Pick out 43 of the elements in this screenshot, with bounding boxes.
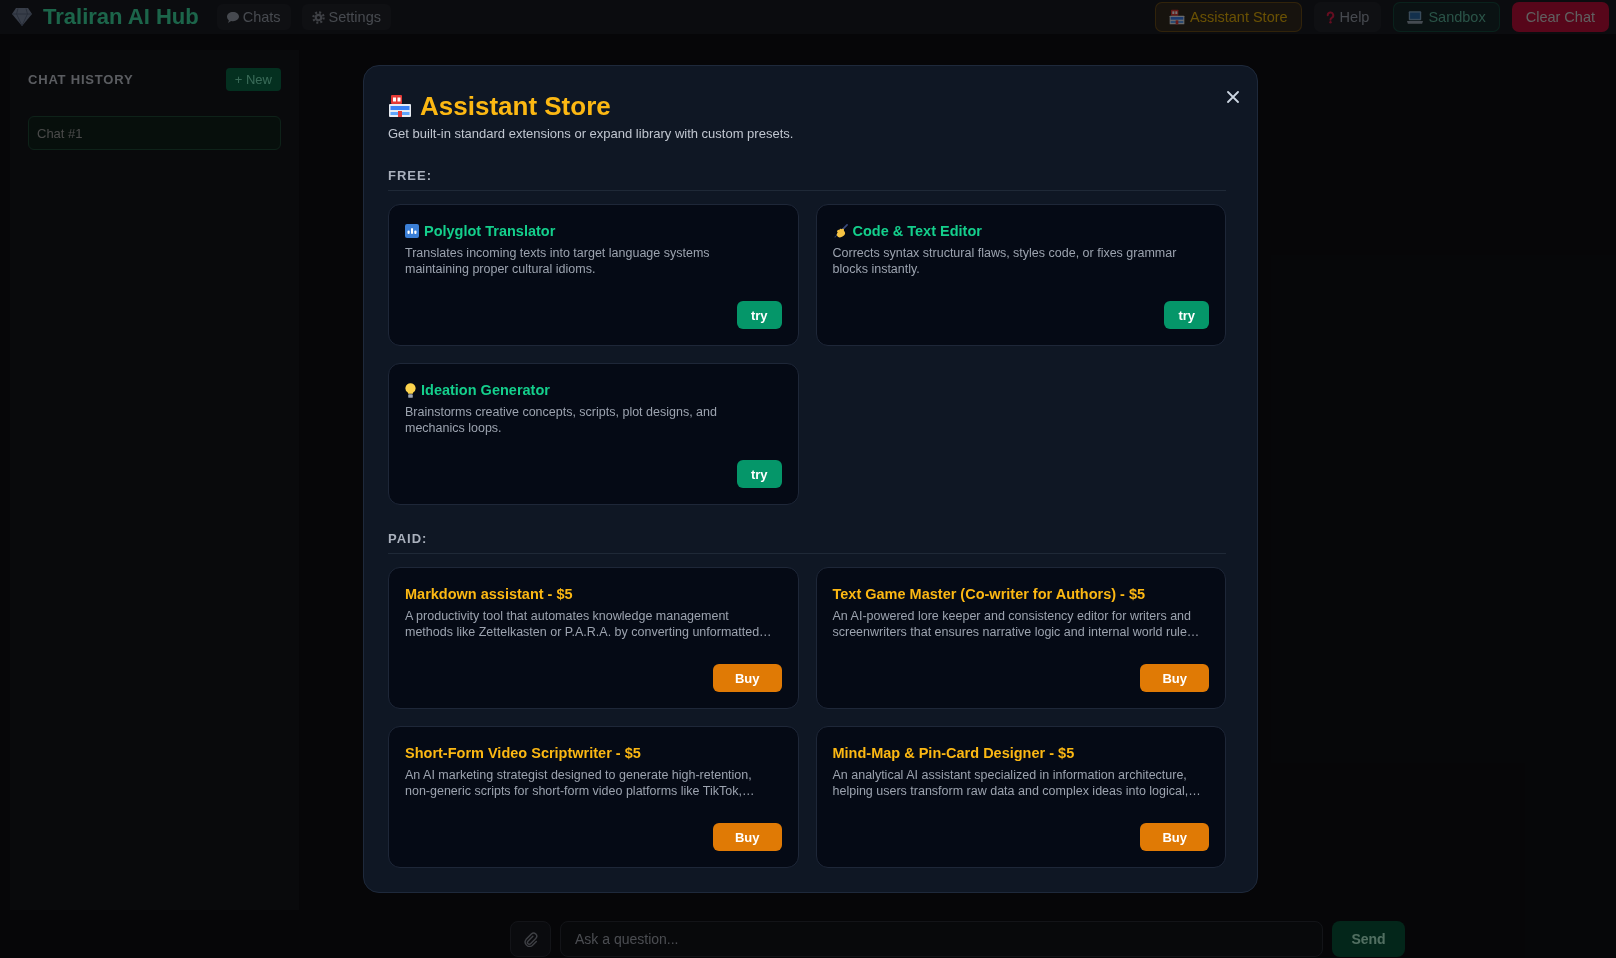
buy-button[interactable]: Buy (1140, 823, 1209, 851)
bar-chart-icon (405, 224, 419, 238)
card-title: Polyglot Translator (424, 222, 556, 240)
card-title: Markdown assistant - $5 (405, 585, 573, 603)
card-title: Ideation Generator (421, 381, 550, 399)
section-heading: CHAT HISTORY (28, 72, 134, 87)
paperclip-icon (523, 931, 538, 947)
dialog-subtitle: Get built-in standard extensions or expand library with custom presets. (388, 126, 795, 142)
try-button[interactable]: try (736, 301, 782, 329)
card-description: Translates incoming texts into target language systems maintaining proper cultural idioms. (405, 246, 711, 277)
buy-button[interactable]: Buy (712, 823, 782, 851)
diamond-icon (12, 8, 32, 26)
section-label: FREE: (388, 168, 432, 184)
question-input[interactable]: Ask a question... (560, 921, 1323, 957)
light-bulb-icon (405, 382, 416, 398)
buy-button[interactable]: Buy (712, 664, 782, 692)
store-icon (1169, 9, 1186, 25)
try-button[interactable]: try (736, 460, 782, 488)
send-button[interactable]: Send (1332, 921, 1405, 957)
dialog-title: Assistant Store (420, 90, 611, 122)
close-icon (1227, 91, 1239, 103)
speech-bubble-icon (226, 11, 239, 23)
question-mark-icon (1325, 10, 1335, 24)
buy-button[interactable]: Buy (1140, 664, 1209, 692)
section-label: PAID: (388, 531, 428, 547)
app-title: Traliran AI Hub (43, 4, 199, 30)
card-description: Brainstorms creative concepts, scripts, plot designs, and mechanics loops. (405, 405, 718, 436)
clear-chat-button[interactable]: Clear Chat (1511, 2, 1609, 32)
card-title: Short-Form Video Scriptwriter - $5 (405, 744, 641, 762)
laptop-icon (1407, 10, 1424, 24)
store-icon (388, 94, 412, 118)
card-title: Code & Text Editor (852, 222, 982, 240)
chat-item[interactable]: Chat #1 (28, 116, 281, 150)
writing-hand-icon (832, 223, 848, 239)
card-description: An AI marketing strategist designed to generate high-retention, non-generic scripts for short-form video platforms like TikTok,… (405, 768, 756, 799)
card-title: Text Game Master (Co-writer for Authors) - $5 (832, 585, 1146, 603)
try-button[interactable]: try (1164, 301, 1209, 329)
card-description: Corrects syntax structural flaws, styles code, or fixes grammar blocks instantly. (832, 246, 1178, 277)
card-description: A productivity tool that automates knowledge management methods like Zettelkasten or P.A.R.A. by converting unformatted… (405, 609, 773, 640)
card-title: Mind-Map & Pin-Card Designer - $5 (832, 744, 1075, 762)
card-description: An AI-powered lore keeper and consistency editor for writers and screenwriters that ensures narrative logic and internal world rule… (832, 609, 1201, 640)
card-description: An analytical AI assistant specialized in information architecture, helping users transform raw data and complex ideas into logical,… (832, 768, 1202, 799)
gear-icon (311, 10, 325, 24)
